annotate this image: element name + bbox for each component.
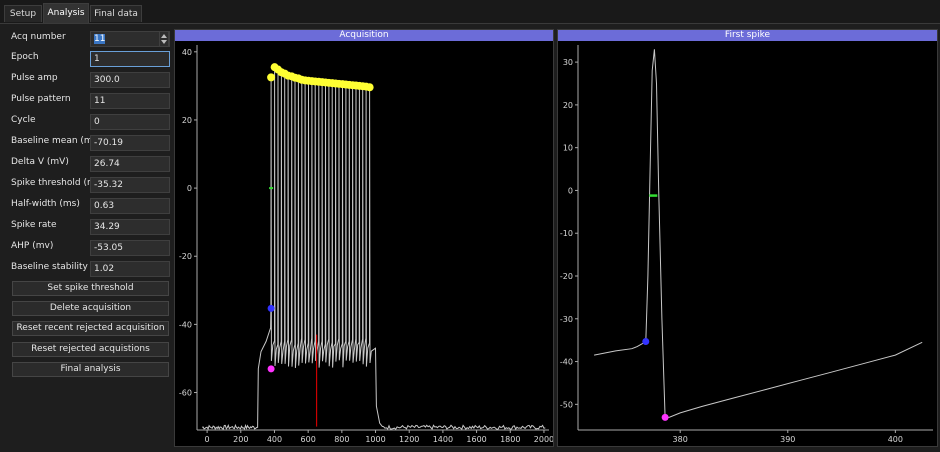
cycle-label: Cycle [11, 115, 36, 125]
y-tick-label: 30 [563, 58, 573, 67]
baseline-mean-label: Baseline mean (mV) [11, 136, 103, 146]
y-tick-label: -10 [560, 229, 573, 238]
first-spike-plot[interactable]: 30 20 10 0 -10 -20 -30 -40 -50 380 390 400 [558, 41, 937, 446]
baseline-stability-field[interactable] [90, 261, 170, 277]
spike-peak-marker [267, 73, 276, 82]
x-tick-label: 600 [301, 435, 316, 444]
spike-rate-label: Spike rate [11, 220, 57, 230]
y-tick-label: -40 [560, 358, 573, 367]
half-width-label: Half-width (ms) [11, 199, 80, 209]
set-spike-threshold-button[interactable]: Set spike threshold [12, 281, 169, 296]
baseline-mean-field[interactable] [90, 135, 170, 151]
acquisition-plot[interactable]: 40200-20-40-600 200 400 600 800 1000 1200 1400 1… [175, 41, 553, 446]
spike-rate-field[interactable] [90, 219, 170, 235]
pulse-pattern-label: Pulse pattern [11, 94, 71, 104]
y-tick-label: -50 [560, 400, 573, 409]
spike-peak-marker [365, 83, 374, 92]
spin-down-icon[interactable] [161, 40, 167, 44]
tab-final-data[interactable]: Final data [90, 5, 142, 22]
pulse-pattern-field[interactable] [90, 93, 170, 109]
spike-threshold-field[interactable] [90, 177, 170, 193]
x-tick-label: 1600 [466, 435, 486, 444]
ahp-label: AHP (mv) [11, 241, 54, 251]
x-tick-label: 0 [205, 435, 210, 444]
tab-setup[interactable]: Setup [4, 5, 42, 22]
y-tick-label: 0 [568, 186, 573, 195]
pulse-amp-field[interactable] [90, 72, 170, 88]
first-spike-plot-title: First spike [558, 30, 937, 41]
spin-up-icon[interactable] [161, 34, 167, 38]
acquisition-plot-panel: Acquisition 40 20 0 -20 -40 -60 0 200 400 600 800 1… [174, 29, 554, 447]
x-tick-label: 380 [673, 435, 688, 444]
voltage-trace [201, 67, 546, 431]
acq-number-value: 11 [94, 34, 106, 44]
acquisition-plot-title: Acquisition [175, 30, 553, 41]
ahp-field[interactable] [90, 240, 170, 256]
baseline-stability-label: Baseline stability [11, 262, 88, 272]
first-spike-plot-panel: First spike 30 20 10 0 -10 -20 -30 -40 -50 380 390… [557, 29, 938, 447]
ahp-marker [267, 365, 275, 373]
threshold-marker [642, 338, 650, 346]
acq-number-label: Acq number [11, 32, 66, 42]
epoch-label: Epoch [11, 52, 39, 62]
x-tick-label: 2000 [534, 435, 553, 444]
cycle-field[interactable] [90, 114, 170, 130]
y-tick-label: 40 [182, 48, 192, 57]
epoch-field[interactable] [90, 51, 170, 67]
acq-number-spin-arrows[interactable] [159, 31, 169, 47]
x-tick-label: 1200 [399, 435, 419, 444]
y-tick-label: 10 [563, 144, 573, 153]
tab-bar: Setup Analysis Final data [0, 0, 940, 24]
half-width-field[interactable] [90, 198, 170, 214]
delete-acquisition-button[interactable]: Delete acquisition [12, 301, 169, 316]
y-tick-label: -40 [179, 320, 192, 329]
y-tick-label: -20 [560, 272, 573, 281]
x-tick-label: 400 [267, 435, 282, 444]
acq-number-spinbox[interactable]: 11 [90, 31, 170, 47]
y-tick-label: 0 [187, 184, 192, 193]
reset-recent-rejected-button[interactable]: Reset recent rejected acquisition [12, 321, 169, 336]
threshold-marker [267, 304, 275, 312]
pulse-amp-label: Pulse amp [11, 73, 58, 83]
y-tick-label: 20 [563, 101, 573, 110]
ahp-marker [661, 413, 669, 421]
y-tick-label: -60 [179, 389, 192, 398]
x-tick-label: 390 [780, 435, 795, 444]
x-tick-label: 400 [888, 435, 903, 444]
reset-rejected-button[interactable]: Reset rejected acquistions [12, 342, 169, 357]
x-tick-label: 1400 [433, 435, 453, 444]
delta-v-field[interactable] [90, 156, 170, 172]
tab-analysis[interactable]: Analysis [43, 3, 89, 23]
y-tick-label: -20 [179, 252, 192, 261]
x-tick-label: 1000 [365, 435, 385, 444]
x-tick-label: 800 [334, 435, 349, 444]
x-tick-label: 200 [233, 435, 248, 444]
y-tick-label: 20 [182, 116, 192, 125]
delta-v-label: Delta V (mV) [11, 157, 69, 167]
y-tick-label: -30 [560, 315, 573, 324]
first-spike-trace [594, 49, 923, 418]
final-analysis-button[interactable]: Final analysis [12, 362, 169, 377]
x-tick-label: 1800 [500, 435, 520, 444]
